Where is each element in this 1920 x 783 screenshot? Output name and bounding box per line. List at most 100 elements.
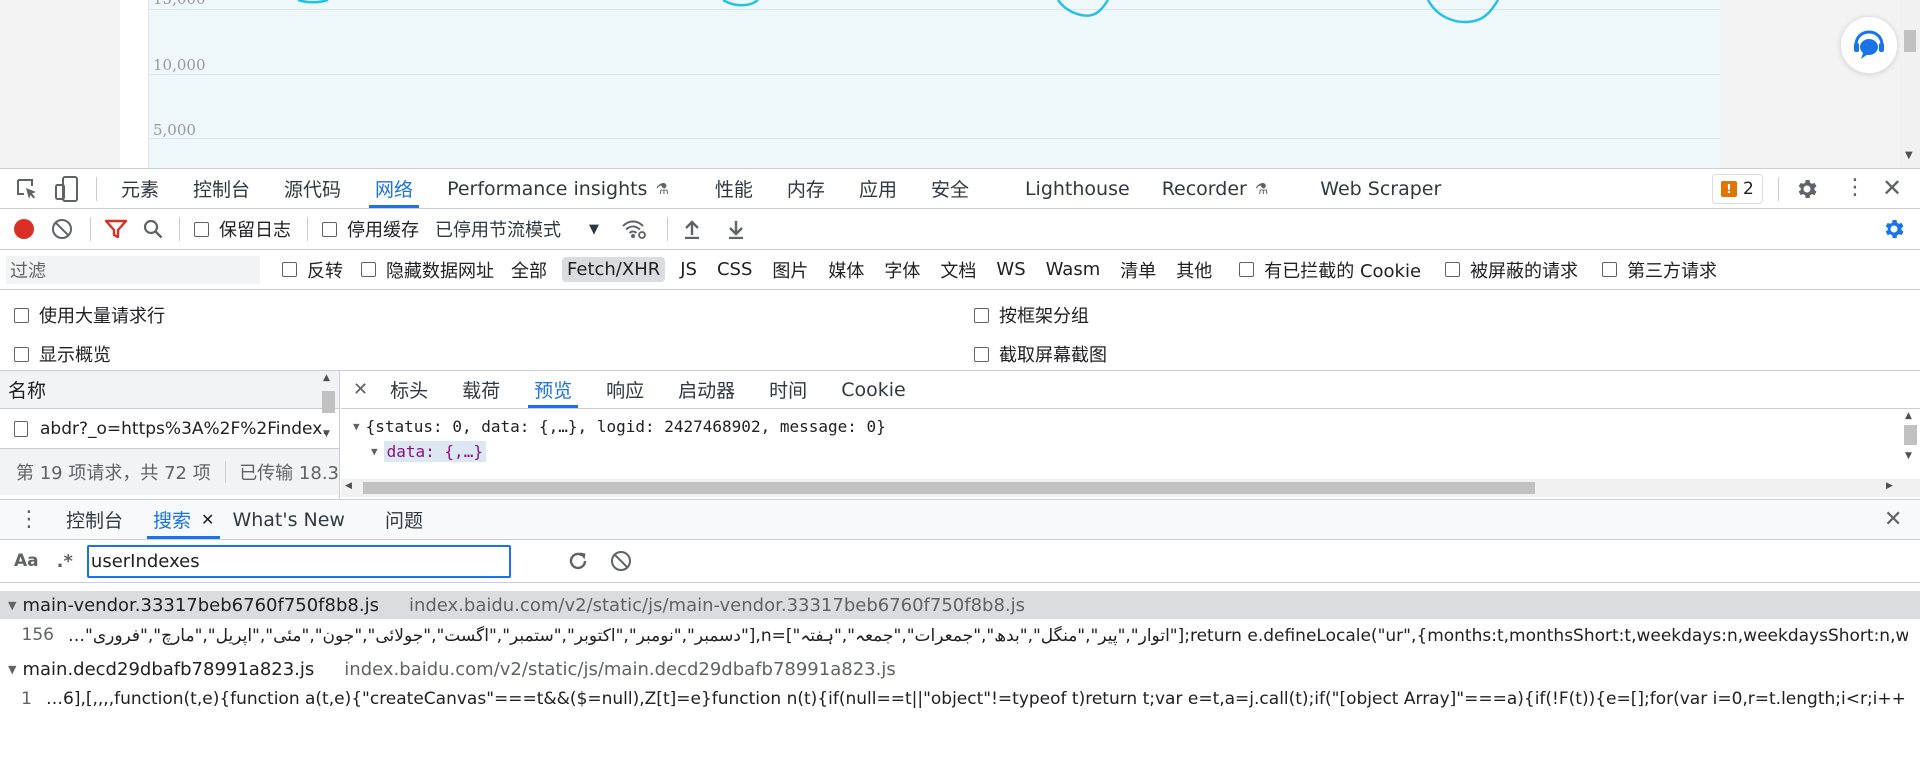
tab-recorder[interactable]: Recorder ⚗	[1162, 169, 1269, 208]
preview-root-node[interactable]: ▼ {status: 0, data: {,…}, logid: 2427468…	[353, 417, 886, 436]
tab-sources[interactable]: 源代码	[284, 169, 341, 208]
refresh-icon[interactable]	[567, 550, 589, 572]
scrollbar-thumb[interactable]	[322, 391, 335, 413]
issues-badge[interactable]: ! 2	[1712, 174, 1763, 204]
filter-input[interactable]: 过滤	[6, 255, 260, 284]
chat-icon	[1854, 30, 1884, 59]
tab-timing[interactable]: 时间	[769, 371, 807, 408]
device-toolbar-icon[interactable]	[54, 175, 80, 202]
network-conditions-icon[interactable]	[621, 218, 647, 240]
filter-type-other[interactable]: 其他	[1171, 255, 1217, 285]
blocked-requests-checkbox[interactable]	[1445, 262, 1461, 277]
third-party-checkbox[interactable]	[1602, 262, 1618, 277]
expand-triangle-icon[interactable]: ▼	[371, 445, 378, 458]
blocked-cookies-checkbox[interactable]	[1239, 262, 1255, 277]
filter-type-ws[interactable]: WS	[991, 257, 1030, 282]
filter-type-media[interactable]: 媒体	[823, 255, 869, 285]
request-list-header[interactable]: 名称	[0, 371, 339, 409]
scrollbar-thumb[interactable]	[1904, 30, 1916, 52]
export-har-icon[interactable]	[726, 219, 746, 239]
filter-type-img[interactable]: 图片	[767, 255, 813, 285]
close-detail-icon[interactable]: ✕	[353, 379, 368, 400]
request-list-scrollbar[interactable]: ▲ ▼	[320, 373, 337, 447]
tab-performance[interactable]: 性能	[715, 169, 753, 208]
tab-preview[interactable]: 预览	[528, 371, 579, 408]
filter-icon[interactable]	[105, 219, 127, 239]
inspect-element-icon[interactable]	[14, 176, 40, 202]
match-case-button[interactable]: Aa	[14, 551, 39, 571]
filter-type-js[interactable]: JS	[675, 257, 702, 282]
tab-performance-insights[interactable]: Performance insights ⚗	[447, 169, 669, 208]
close-tab-icon[interactable]: ✕	[201, 510, 214, 529]
scroll-down-arrow-icon[interactable]: ▼	[1905, 150, 1913, 161]
regex-button[interactable]: .*	[57, 551, 73, 572]
search-result-line[interactable]: 1 …6],[,,,,function(t,e){function a(t,e)…	[0, 683, 1920, 715]
filter-type-doc[interactable]: 文档	[935, 255, 981, 285]
y-tick-label: 10,000	[153, 56, 206, 74]
tab-initiator[interactable]: 启动器	[678, 371, 735, 408]
drawer-tab-search[interactable]: 搜索 ✕	[146, 500, 221, 539]
preview-vertical-scrollbar[interactable]: ▲ ▼	[1901, 411, 1920, 477]
preview-data-node[interactable]: ▼ data: {,…}	[371, 441, 486, 462]
search-input[interactable]: userIndexes	[86, 544, 511, 578]
drawer-tab-console[interactable]: 控制台	[66, 500, 123, 539]
tab-payload[interactable]: 载荷	[462, 371, 500, 408]
tab-elements[interactable]: 元素	[121, 169, 159, 208]
big-request-rows-checkbox[interactable]	[14, 307, 29, 323]
group-by-frame-checkbox[interactable]	[974, 307, 989, 323]
close-devtools-icon[interactable]: ✕	[1882, 174, 1902, 202]
expand-triangle-icon[interactable]: ▼	[8, 599, 16, 612]
tab-lighthouse[interactable]: Lighthouse	[1025, 169, 1130, 208]
tab-web-scraper[interactable]: Web Scraper	[1320, 169, 1441, 208]
customer-service-button[interactable]	[1840, 16, 1898, 74]
capture-screenshots-checkbox[interactable]	[974, 346, 989, 362]
scrollbar-thumb[interactable]	[1904, 425, 1917, 445]
page-scrollbar[interactable]: ▼	[1900, 0, 1920, 168]
show-overview-checkbox[interactable]	[14, 346, 29, 362]
search-icon[interactable]	[143, 219, 163, 239]
drawer-menu-icon[interactable]: ⋮	[18, 507, 40, 532]
filter-type-manifest[interactable]: 清单	[1115, 255, 1161, 285]
preview-horizontal-scrollbar[interactable]: ◀ ▶	[341, 479, 1920, 497]
drawer-tab-issues[interactable]: 问题	[385, 500, 423, 539]
import-har-icon[interactable]	[682, 219, 702, 239]
throttle-select[interactable]: 已停用节流模式	[435, 216, 561, 242]
filter-type-css[interactable]: CSS	[712, 257, 757, 282]
more-options-icon[interactable]: ⋮	[1844, 173, 1866, 203]
hide-data-urls-checkbox[interactable]	[361, 262, 376, 277]
tab-network[interactable]: 网络	[369, 169, 420, 208]
tab-memory[interactable]: 内存	[787, 169, 825, 208]
invert-checkbox[interactable]	[282, 262, 297, 277]
tab-application[interactable]: 应用	[859, 169, 897, 208]
blocked-cookies-label: 有已拦截的 Cookie	[1264, 260, 1422, 282]
result-file-url: index.baidu.com/v2/static/js/main-vendor…	[408, 594, 1026, 616]
search-result-file[interactable]: ▼ main-vendor.33317beb6760f750f8b8.js in…	[0, 591, 1920, 619]
record-icon[interactable]	[14, 219, 34, 239]
drawer-tab-whats-new[interactable]: What's New	[232, 500, 345, 539]
settings-gear-icon[interactable]	[1794, 176, 1820, 202]
tab-headers[interactable]: 标头	[390, 371, 428, 408]
close-drawer-icon[interactable]: ✕	[1884, 507, 1902, 532]
tab-response[interactable]: 响应	[606, 371, 644, 408]
clear-search-icon[interactable]	[610, 551, 631, 571]
filter-type-font[interactable]: 字体	[879, 255, 925, 285]
network-settings-gear-icon[interactable]	[1882, 217, 1906, 241]
expand-triangle-icon[interactable]: ▼	[353, 420, 360, 433]
disable-cache-checkbox[interactable]	[322, 221, 337, 237]
scrollbar-thumb[interactable]	[363, 482, 1535, 494]
search-result-line[interactable]: 156 …"دسمبر","نومبر","اکتوبر","ستمبر","ا…	[0, 619, 1920, 651]
page-content: 15,000 10,000 5,000 ▼	[0, 0, 1920, 168]
result-file-name: main.decd29dbafb78991a823.js	[22, 658, 315, 680]
list-item[interactable]: abdr?_o=https%3A%2F%2Findex.	[0, 409, 339, 449]
search-result-file[interactable]: ▼ main.decd29dbafb78991a823.js index.bai…	[0, 655, 1920, 683]
tab-console[interactable]: 控制台	[193, 169, 250, 208]
filter-type-all[interactable]: 全部	[506, 255, 552, 285]
filter-type-wasm[interactable]: Wasm	[1041, 257, 1106, 282]
preserve-log-checkbox[interactable]	[194, 221, 209, 237]
tab-security[interactable]: 安全	[931, 169, 969, 208]
filter-type-fetch-xhr[interactable]: Fetch/XHR	[562, 257, 666, 282]
chevron-down-icon[interactable]: ▼	[589, 222, 599, 237]
clear-icon[interactable]	[52, 219, 72, 239]
expand-triangle-icon[interactable]: ▼	[8, 663, 16, 676]
tab-cookies[interactable]: Cookie	[841, 371, 906, 408]
